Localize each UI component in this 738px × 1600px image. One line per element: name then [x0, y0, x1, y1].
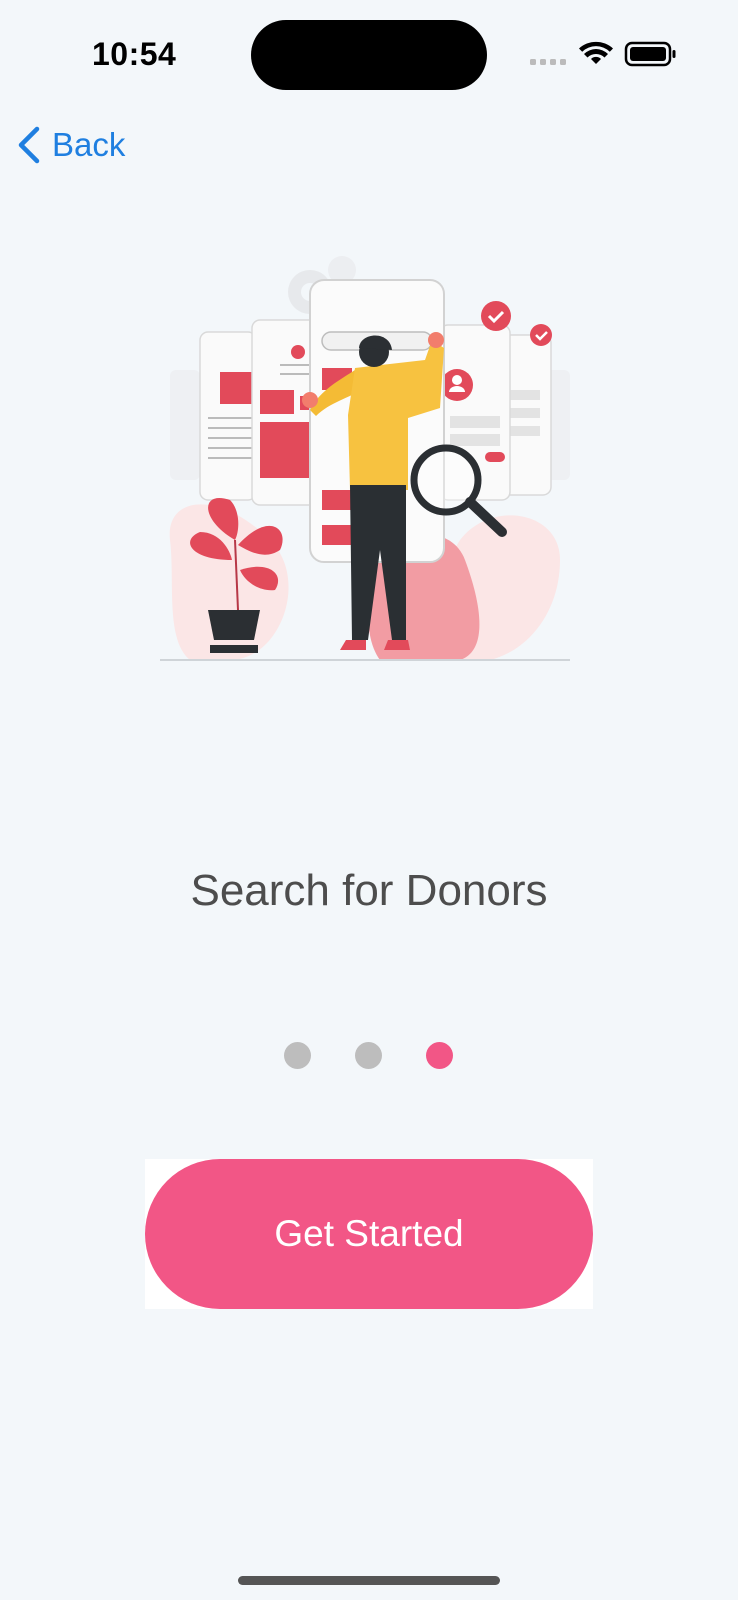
back-label: Back	[52, 126, 126, 163]
wifi-icon	[579, 41, 613, 64]
page-indicator[interactable]	[284, 1042, 454, 1070]
back-button[interactable]: Back	[16, 120, 125, 170]
page-dot-3[interactable]	[426, 1042, 453, 1069]
page-title: Search for Donors	[190, 866, 548, 915]
status-icons	[528, 40, 678, 70]
status-bar: 10:54	[0, 0, 738, 110]
get-started-button[interactable]: Get Started	[145, 1159, 593, 1309]
dynamic-island	[251, 20, 487, 90]
get-started-container: Get Started	[145, 1159, 593, 1309]
status-time: 10:54	[92, 36, 177, 72]
chevron-left-icon	[16, 126, 42, 164]
home-indicator[interactable]	[238, 1576, 500, 1585]
battery-icon	[624, 41, 676, 67]
signal-dots-icon	[530, 59, 566, 65]
person-searching-donors-illustration	[160, 240, 580, 680]
page-dot-1[interactable]	[284, 1042, 311, 1069]
page-dot-2[interactable]	[355, 1042, 382, 1069]
